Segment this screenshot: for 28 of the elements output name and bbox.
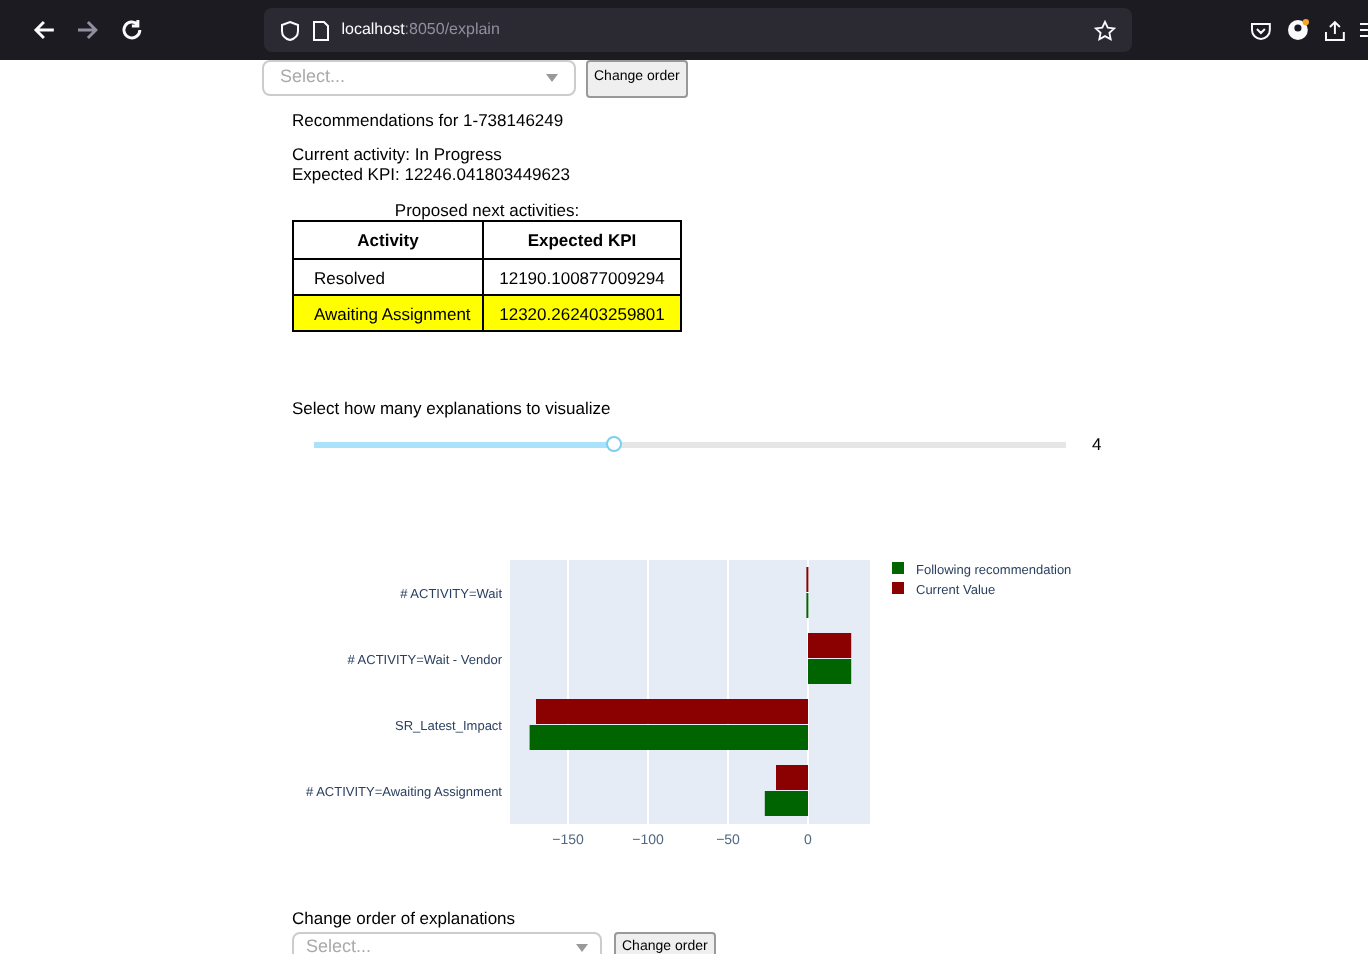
url-text: localhost:8050/explain	[341, 18, 500, 42]
column-header: Activity	[293, 221, 483, 259]
expected-kpi-text: Expected KPI: 12246.041803449623	[292, 164, 570, 184]
caret-icon	[576, 944, 588, 952]
bar	[776, 764, 808, 790]
current-activity-text: Current activity: In Progress	[292, 144, 502, 164]
pocket-icon[interactable]	[1250, 19, 1273, 41]
change-order-label: Change order of explanations	[292, 905, 516, 931]
shield-icon	[279, 19, 300, 41]
table-caption: Proposed next activities:	[392, 200, 582, 220]
table-cell: Awaiting Assignment	[293, 295, 483, 331]
slider-value: 4	[1092, 432, 1102, 459]
table-cell: 12320.262403259801	[483, 295, 681, 331]
back-icon[interactable]	[32, 18, 56, 42]
page-icon	[311, 19, 330, 41]
column-header: Expected KPI	[483, 221, 681, 259]
share-icon[interactable]	[1324, 19, 1347, 41]
forward-icon[interactable]	[75, 18, 100, 42]
address-bar[interactable]: localhost:8050/explain	[263, 8, 1133, 52]
star-icon[interactable]	[1094, 19, 1117, 41]
recommendations-heading: Recommendations for 1-738146249	[292, 110, 564, 130]
caret-icon	[546, 74, 558, 82]
reload-icon[interactable]	[119, 18, 144, 42]
slider-handle[interactable]	[606, 436, 623, 453]
bar	[808, 658, 852, 684]
bar	[808, 632, 852, 658]
account-icon[interactable]	[1286, 18, 1311, 42]
slider-label: Select how many explanations to visualize	[292, 396, 611, 422]
